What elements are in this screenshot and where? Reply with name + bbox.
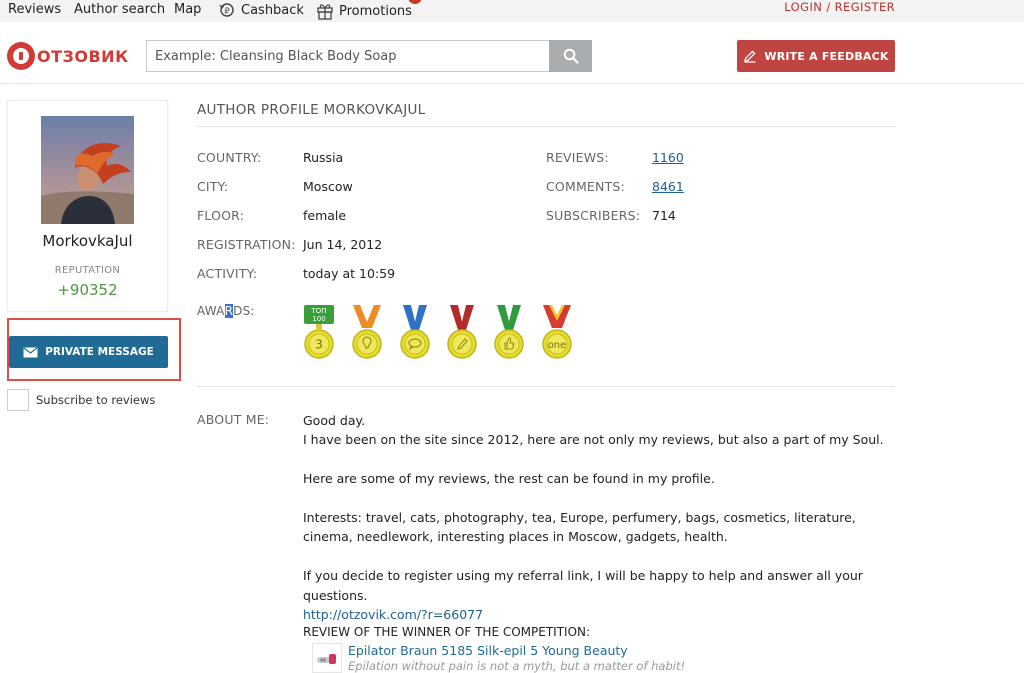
about-text: Good day. I have been on the site since … [303, 411, 895, 624]
award-center-text: one [548, 340, 567, 351]
about-label: ABOUT ME: [197, 412, 270, 427]
city-value: Moscow [303, 179, 353, 194]
write-feedback-label: WRITE A FEEDBACK [764, 49, 889, 63]
write-feedback-button[interactable]: WRITE A FEEDBACK [737, 40, 895, 72]
one-medal-icon: one [542, 305, 572, 359]
award-top100[interactable]: ТОП 100 3 [303, 304, 335, 360]
comments-count-link[interactable]: 8461 [652, 179, 684, 194]
register-link[interactable]: REGISTER [835, 0, 895, 14]
username: MorkovkaJul [42, 232, 133, 250]
award-green-ribbon[interactable] [493, 304, 525, 360]
award-red-ribbon[interactable] [446, 304, 478, 360]
nav-map[interactable]: Map [174, 2, 201, 17]
private-message-label: PRIVATE MESSAGE [45, 346, 154, 358]
award-center-number: 3 [315, 338, 323, 352]
avatar[interactable] [41, 116, 134, 224]
search-button[interactable] [549, 40, 592, 72]
logo-text: ОТЗОВИК [37, 46, 129, 66]
svg-text:₽: ₽ [224, 7, 229, 16]
floor-label: FLOOR: [197, 208, 245, 223]
awards-label-part: DS: [233, 304, 255, 318]
site-header: ОТЗОВИК WRITE A FEEDBACK [0, 22, 1024, 84]
top100-text-bottom: 100 [312, 315, 325, 323]
nav-reviews-label: Reviews [8, 2, 62, 17]
subscribers-label: SUBSCRIBERS: [546, 208, 641, 223]
subscribe-row: Subscribe to reviews [7, 389, 155, 411]
reviews-label: REVIEWS: [546, 150, 609, 165]
reviews-count-link[interactable]: 1160 [652, 150, 684, 165]
award-blue-ribbon[interactable] [399, 304, 431, 360]
nav-cashback-label: Cashback [241, 2, 304, 18]
activity-label: ACTIVITY: [197, 266, 258, 281]
title-divider [197, 126, 895, 127]
top100-text-top: ТОП [310, 307, 326, 315]
site-logo[interactable]: ОТЗОВИК [7, 42, 129, 70]
award-one[interactable]: one [540, 304, 574, 360]
orange-ribbon-medal-icon [352, 305, 382, 359]
gift-icon [317, 4, 333, 20]
winner-thumbnail[interactable] [312, 643, 342, 673]
floor-value: female [303, 208, 347, 223]
registration-value: Jun 14, 2012 [303, 237, 383, 252]
search-bar [146, 40, 592, 72]
about-paragraph: Interests: travel, cats, photography, te… [303, 510, 856, 545]
country-label: COUNTRY: [197, 150, 262, 165]
envelope-icon [23, 346, 38, 357]
activity-value: today at 10:59 [303, 266, 396, 281]
nav-promotions-label: Promotions [339, 3, 412, 19]
search-input[interactable] [146, 40, 549, 72]
subscribe-label: Subscribe to reviews [36, 393, 156, 407]
nav-promotions[interactable]: Promotions [316, 2, 412, 20]
winner-label: REVIEW OF THE WINNER OF THE COMPETITION: [303, 625, 591, 639]
nav-author-search[interactable]: Author search [74, 2, 165, 17]
country-value: Russia [303, 150, 344, 165]
top100-medal-icon: ТОП 100 3 [304, 305, 334, 359]
referral-link[interactable]: http://otzovik.com/?r=66077 [303, 607, 483, 622]
awards-list: ТОП 100 3 one [303, 304, 574, 360]
city-label: CITY: [197, 179, 229, 194]
subscribe-checkbox[interactable] [7, 389, 29, 411]
green-ribbon-medal-icon [494, 305, 524, 359]
logo-mark-icon [7, 42, 35, 70]
search-icon [563, 48, 579, 64]
profile-card: MorkovkaJul REPUTATION +90352 [7, 100, 168, 312]
nav-map-label: Map [174, 2, 202, 17]
pencil-icon [744, 50, 756, 63]
nav-author-search-label: Author search [74, 2, 166, 17]
winner-title-link[interactable]: Epilator Braun 5185 Silk-epil 5 Young Be… [348, 643, 685, 658]
about-paragraph: Here are some of my reviews, the rest ca… [303, 471, 715, 487]
winner-review: Epilator Braun 5185 Silk-epil 5 Young Be… [312, 643, 685, 673]
winner-text: Epilator Braun 5185 Silk-epil 5 Young Be… [348, 643, 685, 673]
cashback-icon: ₽ [219, 3, 234, 17]
nav-cashback[interactable]: ₽ Cashback [218, 2, 304, 18]
awards-label-selection: R [224, 304, 234, 318]
nav-reviews[interactable]: Reviews [8, 2, 61, 17]
about-paragraph: I have been on the site since 2012, here… [303, 432, 884, 448]
blue-ribbon-medal-icon [400, 305, 430, 359]
about-paragraph: Good day. [303, 413, 366, 428]
reputation-value: +90352 [57, 281, 118, 299]
top-nav: Reviews Author search Map ₽ Cashback Pro… [0, 0, 1024, 22]
award-orange-ribbon[interactable] [350, 304, 384, 360]
comments-label: COMMENTS: [546, 179, 625, 194]
avatar-photo [41, 116, 134, 224]
private-message-button[interactable]: PRIVATE MESSAGE [9, 336, 168, 368]
awards-divider [197, 386, 895, 387]
red-ribbon-medal-icon [447, 305, 477, 359]
subscribers-value: 714 [652, 208, 676, 223]
login-register: LOGIN / REGISTER [784, 0, 895, 14]
login-link[interactable]: LOGIN [784, 0, 822, 14]
registration-label: REGISTRATION: [197, 237, 296, 252]
reputation-label: REPUTATION [54, 265, 121, 276]
winner-subtitle: Epilation without pain is not a myth, bu… [348, 659, 686, 673]
epilator-product-icon [317, 654, 336, 664]
page-title: AUTHOR PROFILE MORKOVKAJUL [197, 102, 426, 118]
login-separator: / [826, 0, 831, 14]
awards-label: AWARDS: [197, 304, 255, 318]
about-paragraph: If you decide to register using my refer… [303, 568, 863, 603]
awards-label-part: AWA [197, 304, 225, 318]
